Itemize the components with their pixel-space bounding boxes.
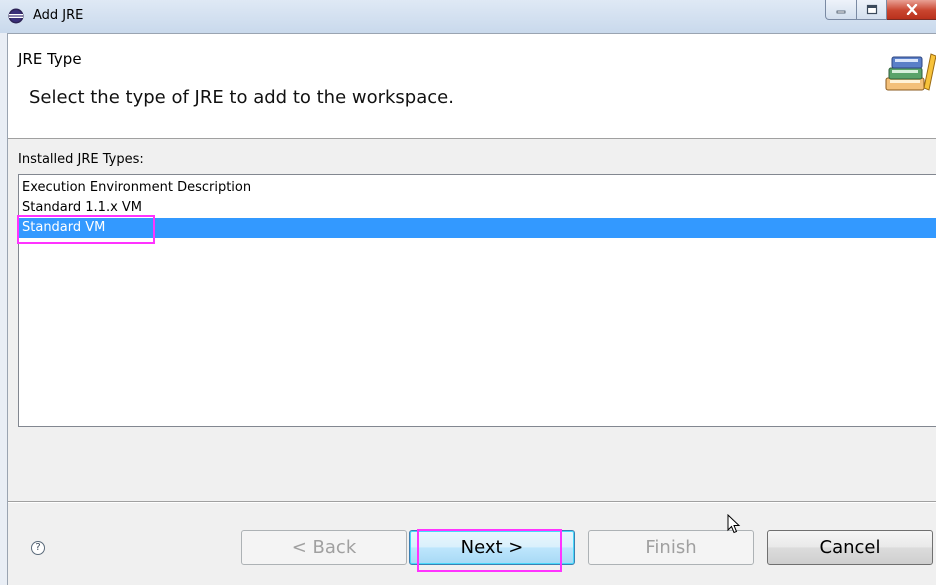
list-item-standard-vm[interactable]: Standard VM — [19, 218, 936, 238]
close-icon — [906, 4, 917, 15]
close-button[interactable] — [887, 0, 936, 20]
window-controls — [825, 0, 936, 22]
installed-jre-types-label: Installed JRE Types: — [18, 152, 144, 167]
title-bar: Add JRE — [0, 0, 936, 33]
wizard-header: JRE Type Select the type of JRE to add t… — [8, 33, 936, 139]
help-icon[interactable]: ? — [31, 541, 45, 555]
jre-types-list[interactable]: Execution Environment Description Standa… — [18, 174, 936, 427]
back-button[interactable]: < Back — [241, 530, 407, 565]
list-item-label: Execution Environment Description — [22, 180, 252, 195]
next-button[interactable]: Next > — [409, 530, 575, 565]
maximize-button[interactable] — [857, 0, 887, 20]
eclipse-icon — [8, 8, 24, 24]
page-description: Select the type of JRE to add to the wor… — [29, 87, 454, 108]
mouse-cursor-icon — [727, 514, 741, 534]
list-item-label: Standard VM — [22, 220, 106, 235]
cancel-button[interactable]: Cancel — [767, 530, 933, 565]
list-item-execution-environment[interactable]: Execution Environment Description — [19, 178, 936, 198]
footer-divider — [8, 501, 936, 503]
list-item-label: Standard 1.1.x VM — [22, 200, 143, 215]
page-title: JRE Type — [18, 50, 82, 68]
library-books-icon — [885, 53, 936, 91]
dialog-body: JRE Type Select the type of JRE to add t… — [7, 33, 936, 585]
finish-button[interactable]: Finish — [588, 530, 754, 565]
minimize-button[interactable] — [825, 0, 857, 20]
maximize-icon — [866, 4, 877, 15]
window-title: Add JRE — [33, 8, 84, 23]
list-item-standard-11x-vm[interactable]: Standard 1.1.x VM — [19, 198, 936, 218]
minimize-icon — [836, 10, 846, 13]
